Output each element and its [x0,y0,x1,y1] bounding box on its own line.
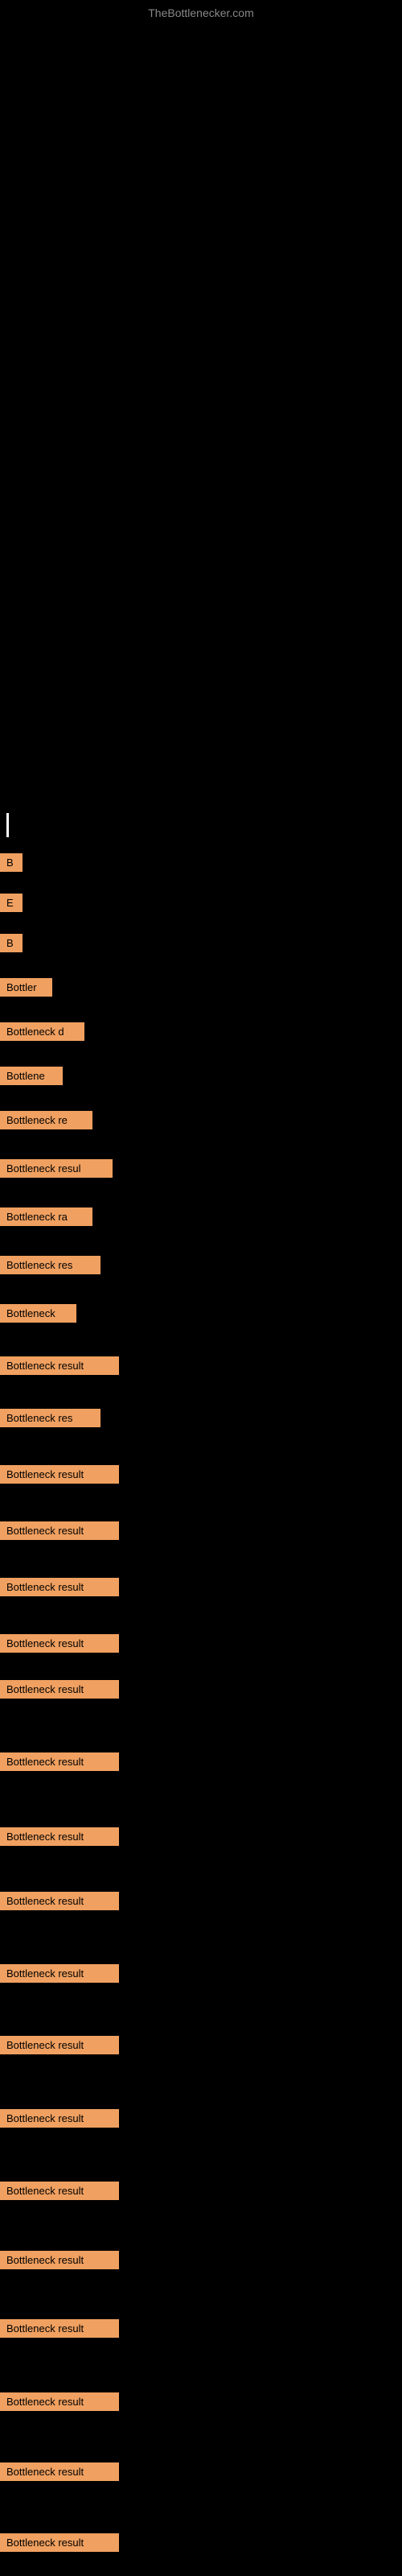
result-label-9: Bottleneck ra [0,1208,92,1230]
result-label-1: B [0,853,23,876]
result-label-21: Bottleneck result [0,1892,119,1914]
result-label-28: Bottleneck result [0,2392,119,2415]
result-label-15: Bottleneck result [0,1521,119,1544]
result-label-16: Bottleneck result [0,1578,119,1600]
result-label-10: Bottleneck res [0,1256,100,1278]
site-title: TheBottlenecker.com [0,6,402,19]
result-label-30: Bottleneck result [0,2533,119,2556]
result-label-7: Bottleneck re [0,1111,92,1133]
result-label-24: Bottleneck result [0,2109,119,2132]
result-label-2: E [0,894,23,916]
result-label-22: Bottleneck result [0,1964,119,1987]
result-label-4: Bottler [0,978,52,1001]
result-label-12: Bottleneck result [0,1356,119,1379]
result-label-26: Bottleneck result [0,2251,119,2273]
result-label-17: Bottleneck result [0,1634,119,1657]
top-black-area [0,0,402,805]
result-label-25: Bottleneck result [0,2182,119,2204]
result-label-18: Bottleneck result [0,1680,119,1703]
result-label-29: Bottleneck result [0,2462,119,2485]
result-label-20: Bottleneck result [0,1827,119,1850]
result-label-27: Bottleneck result [0,2319,119,2342]
result-label-11: Bottleneck [0,1304,76,1327]
cursor-bar [6,813,9,837]
result-label-23: Bottleneck result [0,2036,119,2058]
result-label-8: Bottleneck resul [0,1159,113,1182]
result-label-6: Bottlene [0,1067,63,1089]
result-label-19: Bottleneck result [0,1752,119,1775]
result-label-3: B [0,934,23,956]
result-label-5: Bottleneck d [0,1022,84,1045]
result-label-13: Bottleneck res [0,1409,100,1431]
result-label-14: Bottleneck result [0,1465,119,1488]
